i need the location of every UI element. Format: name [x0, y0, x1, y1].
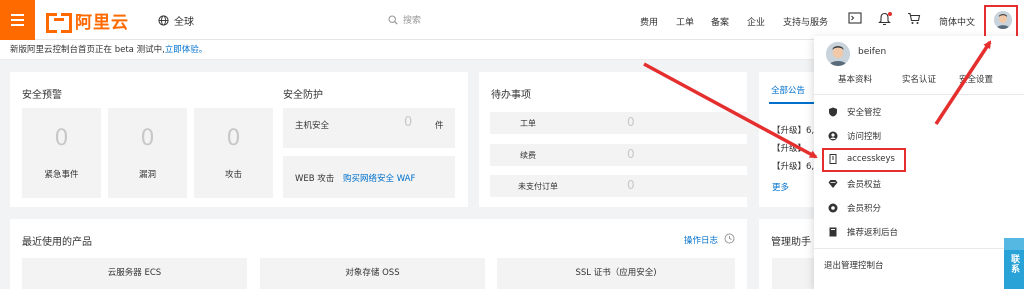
cart-icon[interactable]: [907, 12, 921, 25]
accesskeys-highlight-box: [822, 148, 906, 172]
host-security-row[interactable]: 主机安全 0 件: [283, 108, 455, 148]
todo-label: 未支付订单: [518, 182, 558, 191]
nav-icp-filing[interactable]: 备案: [711, 15, 729, 28]
dropdown-divider: [814, 94, 1024, 95]
todo-row-renewal[interactable]: 续费 0: [490, 144, 755, 166]
product-oss[interactable]: 对象存储 OSS: [260, 258, 485, 289]
alert-tile-label: 漏洞: [138, 170, 156, 180]
security-protection-title: 安全防护: [283, 90, 323, 101]
contact-chat-icon: [1004, 238, 1024, 250]
basic-profile-link[interactable]: 基本资料: [838, 73, 872, 85]
alert-tile-label: 紧急事件: [44, 170, 79, 180]
alert-tile-value: 0: [54, 126, 69, 151]
book-icon: [828, 227, 838, 237]
menu-line: [11, 14, 24, 16]
announcement-item[interactable]: 【升级】6,: [772, 160, 814, 172]
security-settings-link[interactable]: 安全设置: [959, 73, 993, 85]
avatar-face-icon: [826, 42, 850, 66]
dropdown-divider: [814, 248, 1024, 249]
aliyun-logo-mark-icon: [46, 13, 72, 33]
web-attack-label: WEB 攻击: [295, 174, 335, 184]
todo-value: 0: [627, 115, 635, 129]
product-ecs[interactable]: 云服务器 ECS: [22, 258, 247, 289]
notification-dot: [888, 12, 892, 16]
aliyun-logo[interactable]: 阿里云: [46, 9, 129, 33]
todo-label: 工单: [520, 119, 536, 128]
top-bar: 阿里云 全球 搜索 费用 工单 备案 企业 支持与服务 简体中文: [0, 0, 1024, 40]
alert-tile-attack[interactable]: 0 攻击: [194, 108, 273, 198]
menu-item-referral-backend[interactable]: 推荐返利后台: [828, 226, 898, 238]
todo-row-unpaid-orders[interactable]: 未支付订单 0: [490, 175, 755, 197]
search-placeholder: 搜索: [403, 16, 422, 26]
todo-row-tickets[interactable]: 工单 0: [490, 112, 755, 134]
assistant-tile: [772, 258, 819, 289]
menu-item-label: 推荐返利后台: [847, 228, 899, 238]
recent-products-title: 最近使用的产品: [22, 237, 92, 248]
beta-notice-text: 新版阿里云控制台首页正在 beta 测试中,: [10, 45, 165, 55]
announcement-item[interactable]: 【升级】: [772, 142, 806, 154]
more-announcements-link[interactable]: 更多: [772, 181, 789, 193]
terminal-icon[interactable]: [848, 12, 862, 25]
security-alert-title: 安全预警: [22, 90, 62, 101]
real-name-auth-link[interactable]: 实名认证: [902, 73, 936, 85]
avatar-highlight-box: [984, 5, 1018, 38]
language-selector[interactable]: 简体中文: [939, 15, 975, 28]
alert-tile-value: 0: [226, 126, 241, 151]
region-selector[interactable]: 全球: [158, 13, 194, 28]
active-tab-underline: [769, 102, 814, 104]
menu-item-label: 会员权益: [847, 180, 882, 190]
dropdown-username: beifen: [858, 47, 887, 57]
menu-line: [11, 24, 24, 26]
menu-item-member-benefits[interactable]: 会员权益: [828, 178, 881, 190]
search-box[interactable]: 搜索: [388, 13, 421, 26]
clock-icon: [724, 233, 735, 244]
alert-tile-vulnerability[interactable]: 0 漏洞: [108, 108, 187, 198]
diamond-icon: [828, 179, 838, 189]
alert-tile-emergency[interactable]: 0 紧急事件: [22, 108, 101, 198]
try-now-link[interactable]: 立即体验。: [165, 45, 208, 55]
nav-support-services[interactable]: 支持与服务: [783, 15, 828, 28]
coin-icon: [828, 203, 838, 213]
nav-tickets[interactable]: 工单: [676, 15, 694, 28]
user-icon: [828, 131, 838, 141]
announcement-item[interactable]: 【升级】6,: [772, 124, 814, 136]
hamburger-menu-button[interactable]: [0, 0, 35, 40]
todo-value: 0: [627, 147, 635, 161]
todo-label: 续费: [520, 151, 536, 160]
dropdown-avatar: [826, 42, 850, 66]
menu-item-access-control[interactable]: 访问控制: [828, 130, 881, 142]
assistant-title: 管理助手: [771, 237, 811, 248]
buy-waf-link[interactable]: 购买网络安全 WAF: [343, 172, 415, 184]
menu-line: [11, 19, 24, 21]
todo-value: 0: [627, 178, 635, 192]
menu-item-label: 会员积分: [847, 204, 882, 214]
host-security-label: 主机安全: [295, 121, 330, 131]
host-security-value: 0: [404, 115, 413, 130]
menu-item-label: 安全管控: [847, 108, 882, 118]
product-ssl-certificate[interactable]: SSL 证书（应用安全): [497, 258, 735, 289]
contact-label: 联系: [1009, 254, 1019, 274]
tab-all-announcements[interactable]: 全部公告: [771, 84, 805, 96]
search-icon: [388, 14, 398, 25]
menu-item-label: 访问控制: [847, 132, 882, 142]
web-attack-row: WEB 攻击 购买网络安全 WAF: [283, 156, 455, 198]
menu-item-security-control[interactable]: 安全管控: [828, 106, 881, 118]
globe-icon: [158, 15, 169, 26]
region-label: 全球: [174, 17, 194, 28]
nav-billing[interactable]: 费用: [640, 15, 658, 28]
host-security-unit: 件: [435, 121, 444, 131]
shield-icon: [828, 107, 838, 117]
exit-console-link[interactable]: 退出管理控制台: [824, 259, 884, 271]
alert-tile-value: 0: [140, 126, 155, 151]
alert-tile-label: 攻击: [224, 170, 242, 180]
todo-title: 待办事项: [491, 90, 531, 101]
logo-text: 阿里云: [75, 12, 129, 33]
operation-log-link[interactable]: 操作日志: [684, 234, 718, 246]
menu-item-member-points[interactable]: 会员积分: [828, 202, 881, 214]
nav-enterprise[interactable]: 企业: [747, 15, 765, 28]
